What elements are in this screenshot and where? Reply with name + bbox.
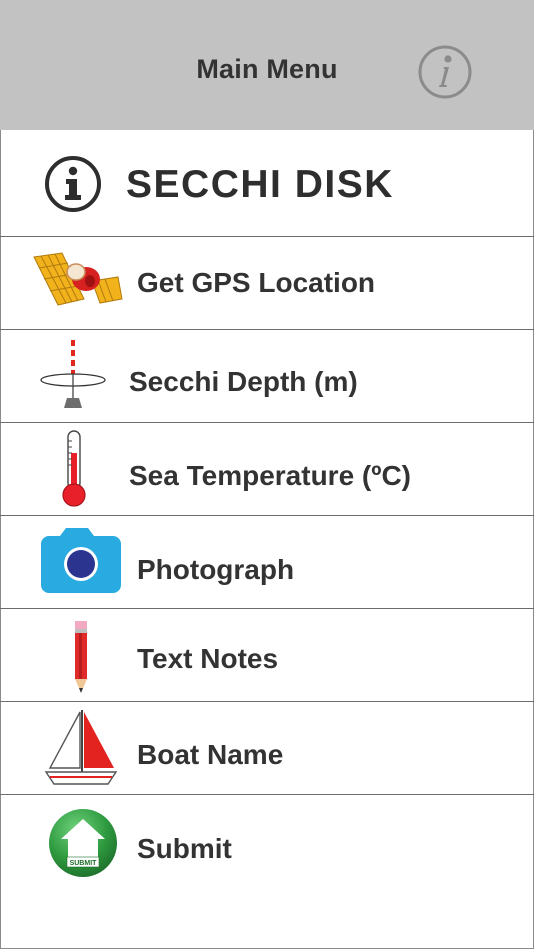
menu-item-gps-location[interactable]: Get GPS Location [0,237,534,330]
menu-item-label: Submit [137,833,232,864]
info-italic-icon [418,45,472,99]
menu-item-label: Sea Temperature (ºC) [129,460,412,491]
menu-item-photograph[interactable]: Photograph [0,516,534,609]
header-bar: Main Menu [0,0,534,130]
menu-item-label: Boat Name [137,739,284,770]
menu-item-label: Text Notes [137,643,279,674]
menu-item-boat-name[interactable]: Boat Name [0,702,534,795]
satellite-icon [33,252,123,306]
menu-item-label: Secchi Depth (m) [129,366,358,397]
menu-item-label: Photograph [137,554,295,585]
app-title: SECCHI DISK [126,163,394,206]
menu-item-sea-temperature[interactable]: Sea Temperature (ºC) [0,423,534,516]
thermometer-icon [62,430,86,507]
menu-item-label: Get GPS Location [137,267,376,298]
menu-item-text-notes[interactable]: Text Notes [0,609,534,702]
secchi-disk-icon [40,340,106,408]
info-button[interactable] [418,45,472,99]
menu-item-secchi-depth[interactable]: Secchi Depth (m) [0,330,534,423]
menu-item-submit[interactable]: SUBMIT Submit [0,795,534,887]
sailboat-icon [44,710,118,785]
submit-icon: SUBMIT [49,809,117,877]
pencil-icon [75,621,87,693]
camera-icon [41,528,121,593]
info-circle-icon [45,156,101,212]
submit-icon-text: SUBMIT [70,860,98,867]
brand-banner: SECCHI DISK [0,130,534,237]
